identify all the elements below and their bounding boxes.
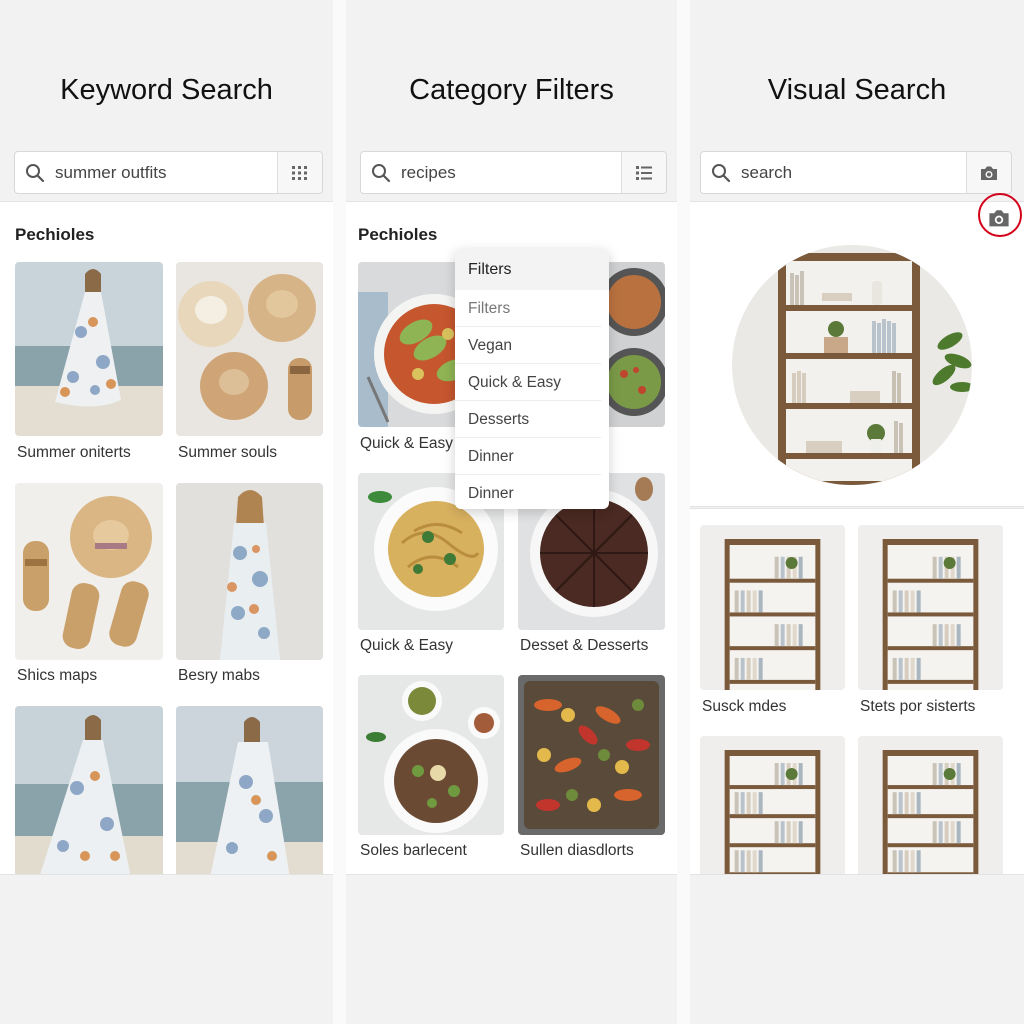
result-caption: Stets por sisterts — [860, 698, 976, 715]
grid-icon — [292, 165, 307, 180]
result-caption: Shics maps — [17, 667, 98, 684]
camera-search-button[interactable] — [966, 152, 1011, 193]
result-image-sandals[interactable] — [15, 483, 163, 660]
search-input[interactable]: recipes — [401, 163, 621, 183]
result-caption: Sullen diasdlorts — [520, 842, 634, 859]
filter-list-button[interactable] — [621, 152, 666, 193]
result-image-roasted-vegetables[interactable] — [518, 675, 665, 835]
result-image-bookshelf[interactable] — [858, 736, 1003, 874]
result-image-grain-bowl[interactable] — [358, 675, 504, 835]
section-label: Pechioles — [15, 225, 95, 244]
query-image-bookshelf — [732, 245, 972, 485]
search-bar[interactable]: summer outfits — [14, 151, 323, 194]
result-caption: Quick & Easy — [360, 637, 454, 654]
filter-dropdown-header[interactable]: Filters — [455, 249, 609, 290]
search-icon — [701, 152, 741, 193]
category-filters-panel: Category Filters recipes Pechioles Quick… — [346, 0, 677, 1024]
result-caption: Desset & Desserts — [520, 637, 649, 654]
filter-option-dinner[interactable]: Dinner — [455, 475, 601, 509]
result-caption: Quick & Easy — [360, 435, 454, 452]
section-label: Pechioles — [358, 225, 438, 244]
search-icon — [15, 152, 55, 193]
result-caption: Soles barlecent — [360, 842, 467, 859]
panel-divider — [333, 0, 346, 1024]
search-bar[interactable]: search — [700, 151, 1012, 194]
result-image-beach-dress-2[interactable] — [15, 706, 163, 874]
result-image-bookshelf[interactable] — [700, 736, 845, 874]
list-icon — [636, 165, 652, 180]
panel-title: Category Filters — [409, 74, 614, 106]
search-input[interactable]: summer outfits — [55, 163, 277, 183]
filter-option-desserts[interactable]: Desserts — [455, 401, 601, 438]
similar-results-area: Susck mdes Stets por sisterts — [690, 508, 1024, 875]
filter-option[interactable]: Filters — [455, 290, 601, 327]
result-caption: Susck mdes — [702, 698, 787, 715]
keyword-search-panel: Keyword Search summer outfits Pechioles … — [0, 0, 333, 1024]
result-image-bookshelf[interactable] — [700, 525, 845, 690]
result-image-bookshelf[interactable] — [858, 525, 1003, 690]
camera-highlight-ring — [978, 193, 1022, 237]
result-image-hats[interactable] — [176, 262, 323, 436]
result-caption: Summer oniterts — [17, 444, 131, 461]
results-area: Pechioles Quick & Easy Quick & Easy Dess… — [346, 201, 677, 875]
result-image-beach-dress-3[interactable] — [176, 706, 323, 874]
grid-view-button[interactable] — [277, 152, 322, 193]
result-caption: Besry mabs — [178, 667, 260, 684]
search-bar[interactable]: recipes — [360, 151, 667, 194]
visual-search-panel: Visual Search search Susck mdes Stets po… — [690, 0, 1024, 1024]
filter-dropdown[interactable]: Filters Filters Vegan Quick & Easy Desse… — [455, 249, 609, 509]
result-image-studio-dress[interactable] — [176, 483, 323, 660]
query-image-area — [690, 201, 1024, 507]
search-input[interactable]: search — [741, 163, 966, 183]
result-image-beach-dress[interactable] — [15, 262, 163, 436]
filter-option-dinner[interactable]: Dinner — [455, 438, 601, 475]
results-area: Pechioles Summer oniterts Summer souls S… — [0, 201, 333, 875]
panel-divider — [677, 0, 690, 1024]
camera-icon — [981, 166, 997, 180]
panel-title: Visual Search — [767, 74, 947, 106]
search-icon — [361, 152, 401, 193]
result-caption: Summer souls — [178, 444, 278, 461]
panel-title: Keyword Search — [60, 74, 273, 106]
filter-option-vegan[interactable]: Vegan — [455, 327, 601, 364]
filter-option-quick-easy[interactable]: Quick & Easy — [455, 364, 601, 401]
